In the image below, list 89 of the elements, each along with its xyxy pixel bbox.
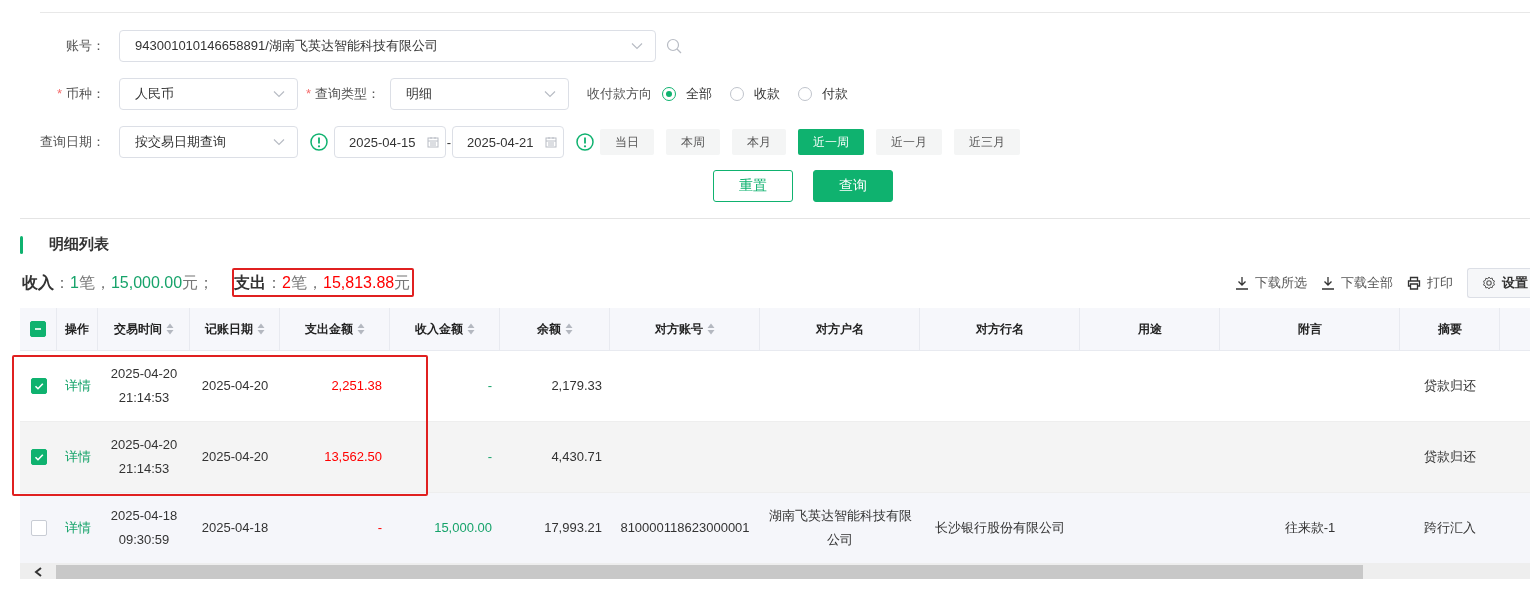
table-cell-text: 2,251.38 bbox=[331, 377, 382, 395]
field-label: * 币种： bbox=[55, 85, 106, 103]
table-cell-text: 2025-04-20 bbox=[201, 377, 269, 395]
chevron-down-icon bbox=[273, 138, 285, 146]
field-label: * 查询类型： bbox=[305, 85, 382, 103]
info-icon bbox=[576, 133, 594, 151]
download-icon bbox=[1321, 276, 1335, 290]
check-icon bbox=[32, 380, 45, 392]
column-header[interactable]: 交易时间 bbox=[98, 308, 190, 350]
field-label: 账号： bbox=[65, 37, 106, 55]
toolbar-button[interactable]: 下载全部 bbox=[1321, 274, 1393, 292]
column-header: 附言 bbox=[1220, 308, 1400, 350]
table-cell-text: - bbox=[377, 519, 382, 537]
column-header: 用途 bbox=[1080, 308, 1220, 350]
section-marker bbox=[20, 235, 23, 254]
column-header: 操作 bbox=[57, 308, 98, 350]
sort-icon[interactable] bbox=[706, 323, 715, 335]
column-header[interactable]: 支出金额 bbox=[280, 308, 390, 350]
date-separator: - bbox=[446, 134, 452, 150]
field-label: 收付款方向 bbox=[587, 85, 653, 103]
dropdown[interactable]: 943001010146658891/湖南飞英达智能科技有限公司 bbox=[119, 30, 656, 62]
radio-label[interactable]: 付款 bbox=[822, 85, 849, 103]
settings-icon bbox=[1482, 276, 1496, 290]
table-row[interactable]: 详情 2025-04-18 09:30:59 2025-04-18 - 15,000.00 17,993.21 810000118623000001 湖南飞英达智能科技有限公司 长沙银行股份有限公司 往来款-1 跨行汇入 bbox=[20, 493, 1530, 564]
column-header[interactable]: 余额 bbox=[500, 308, 610, 350]
table-cell-text: 2025-04-18 bbox=[201, 519, 269, 537]
date-preset-button[interactable]: 近三月 bbox=[954, 129, 1020, 155]
toolbar-button[interactable]: 打印 bbox=[1407, 274, 1453, 292]
date-preset-button[interactable]: 本月 bbox=[732, 129, 786, 155]
date-field[interactable]: 2025-04-21 bbox=[452, 126, 564, 158]
calendar-icon bbox=[545, 136, 557, 148]
table-cell-text: 贷款归还 bbox=[1424, 377, 1476, 395]
chevron-down-icon bbox=[544, 90, 557, 98]
row-checkbox[interactable] bbox=[30, 378, 47, 394]
table-cell-text: 2025-04-18 09:30:59 bbox=[109, 507, 179, 549]
field-label: 查询日期： bbox=[39, 133, 106, 151]
date-preset-button[interactable]: 近一月 bbox=[876, 129, 942, 155]
table-cell-text: 810000118623000001 bbox=[620, 519, 750, 537]
sort-icon[interactable] bbox=[564, 323, 573, 335]
sort-icon[interactable] bbox=[466, 323, 475, 335]
printer-icon bbox=[1407, 276, 1421, 290]
chevron-down-icon bbox=[273, 90, 285, 98]
table-cell-text: 长沙银行股份有限公司 bbox=[935, 519, 1065, 537]
table-cell-text: 贷款归还 bbox=[1424, 448, 1476, 466]
info-icon bbox=[310, 133, 328, 151]
table-cell-text: 2025-04-20 21:14:53 bbox=[109, 436, 179, 478]
select-all-checkbox[interactable] bbox=[30, 321, 46, 337]
row-checkbox[interactable] bbox=[30, 520, 47, 536]
date-preset-button[interactable]: 本周 bbox=[666, 129, 720, 155]
dropdown[interactable]: 人民币 bbox=[119, 78, 298, 110]
date-field[interactable]: 2025-04-15 bbox=[334, 126, 446, 158]
table-cell-text: 15,000.00 bbox=[434, 519, 492, 537]
dropdown[interactable]: 按交易日期查询 bbox=[119, 126, 298, 158]
column-header: 对方行名 bbox=[920, 308, 1080, 350]
summary-text: 收入：1笔，15,000.00元； bbox=[21, 272, 216, 293]
settings-button[interactable]: 设置 bbox=[1467, 268, 1530, 298]
table-cell-text: 往来款-1 bbox=[1284, 519, 1336, 537]
table-cell-text: 17,993.21 bbox=[544, 519, 602, 537]
column-header: 对方户名 bbox=[760, 308, 920, 350]
search-icon[interactable] bbox=[666, 38, 682, 54]
table-cell-text: 4,430.71 bbox=[551, 448, 602, 466]
radio-label[interactable]: 收款 bbox=[754, 85, 781, 103]
table-cell-text: - bbox=[487, 448, 492, 466]
toolbar-button[interactable]: 下载所选 bbox=[1235, 274, 1307, 292]
radio-label[interactable]: 全部 bbox=[686, 85, 713, 103]
dropdown[interactable]: 明细 bbox=[390, 78, 570, 110]
download-icon bbox=[1235, 276, 1249, 290]
sort-icon[interactable] bbox=[165, 323, 174, 335]
column-header[interactable]: 记账日期 bbox=[190, 308, 280, 350]
date-preset-button[interactable]: 当日 bbox=[600, 129, 654, 155]
sort-icon[interactable] bbox=[356, 323, 365, 335]
table-cell-text: 2025-04-20 21:14:53 bbox=[109, 365, 179, 407]
table-cell-text: - bbox=[487, 377, 492, 395]
table-cell-text: 13,562.50 bbox=[324, 448, 382, 466]
column-header[interactable]: 对方账号 bbox=[610, 308, 760, 350]
check-icon bbox=[32, 451, 45, 463]
table-cell-text: 跨行汇入 bbox=[1424, 519, 1476, 537]
column-header: 摘要 bbox=[1400, 308, 1500, 350]
row-checkbox[interactable] bbox=[30, 449, 47, 465]
section-title: 明细列表 bbox=[49, 235, 109, 254]
chevron-down-icon bbox=[631, 42, 643, 50]
table-cell-text: 2,179.33 bbox=[551, 377, 602, 395]
table-row[interactable]: 详情 2025-04-20 21:14:53 2025-04-20 13,562.50 - 4,430.71 贷款归还 bbox=[20, 422, 1530, 493]
table-cell-text: 湖南飞英达智能科技有限公司 bbox=[767, 507, 913, 549]
table-cell-text: 2025-04-20 bbox=[201, 448, 269, 466]
column-header[interactable]: 收入金额 bbox=[390, 308, 500, 350]
calendar-icon bbox=[427, 136, 439, 148]
summary-text: 支出：2笔，15,813.88元 bbox=[232, 267, 415, 297]
sort-icon[interactable] bbox=[256, 323, 265, 335]
